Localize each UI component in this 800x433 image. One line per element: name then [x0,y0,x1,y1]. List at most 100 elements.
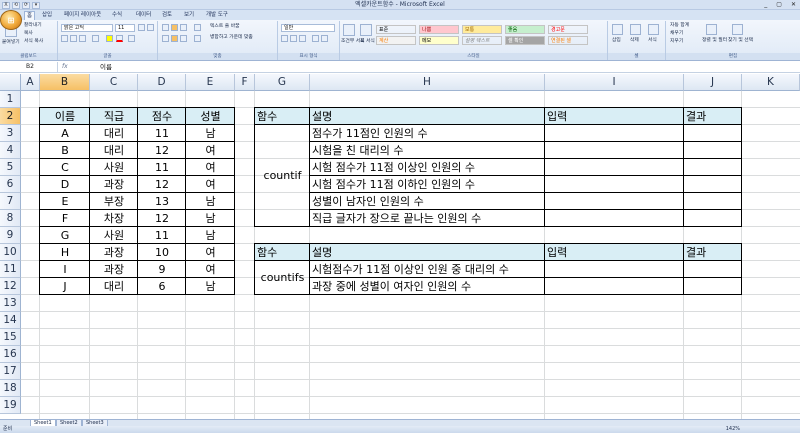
table1-cell[interactable]: 여 [186,176,235,193]
row-header-11[interactable]: 11 [0,261,21,278]
decrease-decimal-icon[interactable] [321,35,328,42]
underline-icon[interactable] [79,35,86,42]
table1-cell[interactable]: D [40,176,90,193]
table1-cell[interactable]: 대리 [90,278,138,295]
format-cells-icon[interactable] [648,24,659,35]
table2-header-cell[interactable]: 설명 [312,108,545,125]
style-linked-cell[interactable]: 연결된 셀 [548,36,588,45]
format-as-table-button[interactable]: 표 서식 [360,39,375,45]
table1-cell[interactable]: 13 [138,193,186,210]
table1-cell[interactable]: 대리 [90,142,138,159]
table2-description-cell[interactable]: 직급 글자가 장으로 끝나는 인원의 수 [312,210,545,227]
maximize-button[interactable]: ▢ [776,1,782,9]
conditional-format-icon[interactable] [343,24,355,36]
align-top-icon[interactable] [162,24,169,31]
column-header-k[interactable]: K [742,74,800,91]
row-header-18[interactable]: 18 [0,380,21,397]
style-good[interactable]: 좋음 [505,25,545,34]
row-header-17[interactable]: 17 [0,363,21,380]
table1-cell[interactable]: 과장 [90,244,138,261]
table1-cell[interactable]: 10 [138,244,186,261]
align-left-icon[interactable] [162,35,169,42]
table1-cell[interactable]: 남 [186,278,235,295]
bold-icon[interactable] [61,35,68,42]
formula-input[interactable]: 이름 [100,62,112,72]
table3-header-cell[interactable]: 함수 [257,244,310,261]
tab-data[interactable]: 데이터 [134,11,153,20]
orientation-icon[interactable] [194,24,201,31]
style-neutral[interactable]: 보통 [462,25,502,34]
table1-cell[interactable]: 11 [138,125,186,142]
table1-cell[interactable]: I [40,261,90,278]
table1-cell[interactable]: 9 [138,261,186,278]
table1-cell[interactable]: A [40,125,90,142]
table2-header-cell[interactable]: 입력 [547,108,684,125]
fill-color-icon[interactable] [106,35,113,42]
wrap-text-button[interactable]: 텍스트 줄 바꿈 [210,24,240,30]
format-cells-button[interactable]: 서식 [648,38,657,44]
format-painter-button[interactable]: 서식 복사 [24,39,43,45]
row-header-10[interactable]: 10 [0,244,21,261]
style-explanatory[interactable]: 설명 텍스트 [462,36,502,45]
table1-cell[interactable]: B [40,142,90,159]
align-bottom-icon[interactable] [180,24,187,31]
comma-icon[interactable] [299,35,306,42]
shrink-font-icon[interactable] [147,24,154,31]
table2-header-cell[interactable]: 결과 [686,108,742,125]
increase-decimal-icon[interactable] [312,35,319,42]
table1-cell[interactable]: C [40,159,90,176]
percent-icon[interactable] [290,35,297,42]
table1-cell[interactable]: 12 [138,142,186,159]
row-header-12[interactable]: 12 [0,278,21,295]
table1-cell[interactable]: 남 [186,193,235,210]
italic-icon[interactable] [70,35,77,42]
row-header-3[interactable]: 3 [0,125,21,142]
border-icon[interactable] [92,35,99,42]
row-header-2[interactable]: 2 [0,108,21,125]
close-button[interactable]: ✕ [791,1,796,9]
table2-description-cell[interactable]: 시험을 친 대리의 수 [312,142,545,159]
font-size-select[interactable]: 11 [115,24,135,32]
font-name-select[interactable]: 맑은 고딕 [61,24,113,32]
tab-insert[interactable]: 삽입 [40,11,54,20]
minimize-button[interactable]: _ [764,1,767,9]
row-header-5[interactable]: 5 [0,159,21,176]
insert-cells-button[interactable]: 삽입 [612,38,621,44]
row-header-9[interactable]: 9 [0,227,21,244]
find-select-icon[interactable] [732,24,743,35]
column-header-j[interactable]: J [684,74,742,91]
number-format-select[interactable]: 일반 [281,24,335,32]
table3-description-cell[interactable]: 시험점수가 11점 이상인 인원 중 대리의 수 [312,261,545,278]
column-header-c[interactable]: C [90,74,138,91]
table1-cell[interactable]: H [40,244,90,261]
table1-cell[interactable]: 사원 [90,159,138,176]
select-all-corner[interactable] [0,74,21,91]
style-warning[interactable]: 경고문 [548,25,588,34]
table3-function-cell[interactable]: countifs [255,261,310,295]
font-color-icon[interactable] [116,35,123,42]
sort-filter-button[interactable]: 정렬 및 필터 [702,38,727,44]
align-right-icon[interactable] [180,35,187,42]
table1-cell[interactable]: 남 [186,125,235,142]
copy-button[interactable]: 복사 [24,31,33,37]
column-header-i[interactable]: I [545,74,684,91]
column-header-a[interactable]: A [21,74,40,91]
table1-cell[interactable]: 사원 [90,227,138,244]
table1-cell[interactable]: 과장 [90,176,138,193]
table1-cell[interactable]: J [40,278,90,295]
row-header-7[interactable]: 7 [0,193,21,210]
style-bad[interactable]: 나쁨 [419,25,459,34]
tab-developer[interactable]: 개발 도구 [204,11,230,20]
tab-formulas[interactable]: 수식 [110,11,124,20]
table3-description-cell[interactable]: 과장 중에 성별이 여자인 인원의 수 [312,278,545,295]
fill-button[interactable]: 채우기 [670,31,683,37]
tab-review[interactable]: 검토 [160,11,174,20]
autosum-button[interactable]: 자동 합계 [670,23,689,29]
table1-header-cell[interactable]: 이름 [40,108,90,125]
name-box[interactable]: B2 [0,62,58,72]
table1-cell[interactable]: 차장 [90,210,138,227]
align-middle-icon[interactable] [171,24,178,31]
row-header-4[interactable]: 4 [0,142,21,159]
align-center-icon[interactable] [171,35,178,42]
grow-font-icon[interactable] [138,24,145,31]
